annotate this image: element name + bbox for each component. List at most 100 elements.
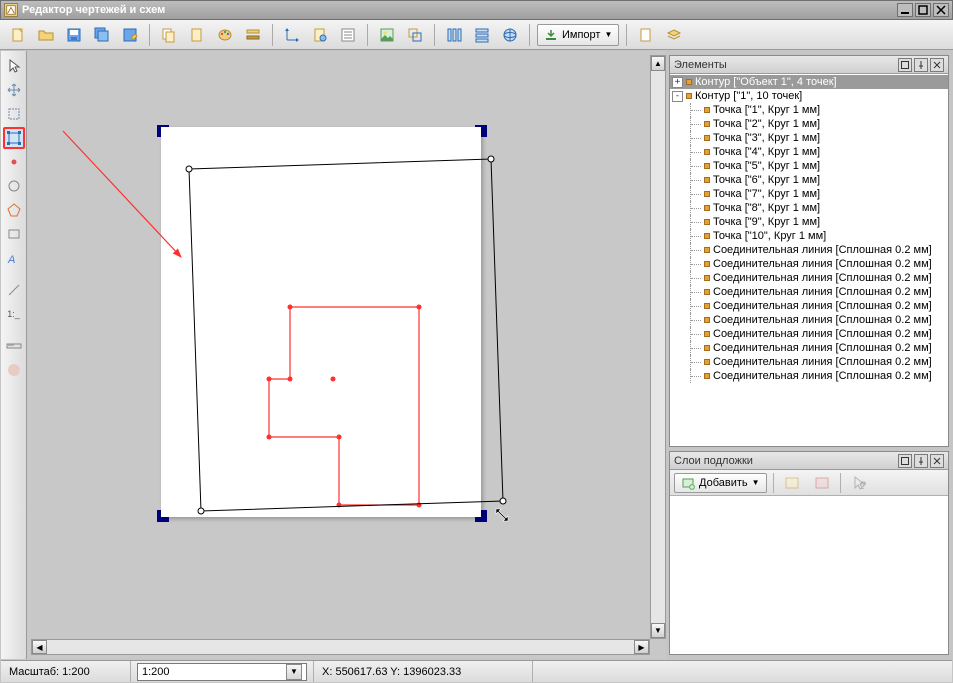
tree-row[interactable]: Соединительная линия [Сплошная 0.2 мм] (670, 243, 948, 257)
panel-window-button[interactable] (898, 454, 912, 468)
tree-item-label: Соединительная линия [Сплошная 0.2 мм] (713, 370, 932, 382)
tree-row[interactable]: Соединительная линия [Сплошная 0.2 мм] (670, 355, 948, 369)
tree-row[interactable]: Соединительная линия [Сплошная 0.2 мм] (670, 341, 948, 355)
horizontal-scrollbar[interactable]: ◀ ▶ (31, 639, 650, 655)
palette-button[interactable] (213, 23, 237, 47)
import-dropdown[interactable]: Импорт ▼ (537, 24, 619, 46)
group-button[interactable] (403, 23, 427, 47)
toolbar-separator (272, 24, 273, 46)
toolbar-separator (626, 24, 627, 46)
scroll-down-button[interactable]: ▼ (651, 623, 665, 638)
add-layer-dropdown[interactable]: Добавить ▼ (674, 473, 767, 493)
tree-item-icon (704, 121, 710, 127)
point-tool[interactable] (3, 151, 25, 173)
tree-item-label: Соединительная линия [Сплошная 0.2 мм] (713, 314, 932, 326)
tree-item-icon (704, 163, 710, 169)
scroll-left-button[interactable]: ◀ (32, 640, 47, 654)
crop-tool[interactable] (3, 103, 25, 125)
tree-row[interactable]: +Контур ["Объект 1", 4 точек] (670, 75, 948, 89)
minimize-button[interactable] (897, 3, 913, 17)
axes-button[interactable] (280, 23, 304, 47)
tree-row[interactable]: Точка ["3", Круг 1 мм] (670, 131, 948, 145)
scroll-right-button[interactable]: ▶ (634, 640, 649, 654)
titlebar: Редактор чертежей и схем (0, 0, 953, 20)
tree-toggle[interactable]: + (672, 77, 683, 88)
save-as-button[interactable] (118, 23, 142, 47)
list-button[interactable] (336, 23, 360, 47)
new-file-button[interactable] (6, 23, 30, 47)
line-tool[interactable] (3, 279, 25, 301)
resize-cursor-icon (494, 507, 510, 523)
text-tool[interactable]: A (3, 247, 25, 269)
panel-pin-button[interactable] (914, 454, 928, 468)
maximize-button[interactable] (915, 3, 931, 17)
tree-item-label: Точка ["1", Круг 1 мм] (713, 104, 820, 116)
save-button[interactable] (62, 23, 86, 47)
globe-button[interactable] (498, 23, 522, 47)
save-all-button[interactable] (90, 23, 114, 47)
drawing-page (161, 127, 481, 517)
tree-row[interactable]: Точка ["2", Круг 1 мм] (670, 117, 948, 131)
open-file-button[interactable] (34, 23, 58, 47)
tree-row[interactable]: Соединительная линия [Сплошная 0.2 мм] (670, 285, 948, 299)
scale-tool[interactable]: 1:_ (3, 303, 25, 325)
pointer-tool[interactable] (3, 55, 25, 77)
doc-button-2[interactable] (634, 23, 658, 47)
disabled-tool[interactable] (3, 359, 25, 381)
paste-button[interactable] (185, 23, 209, 47)
tree-row[interactable]: Соединительная линия [Сплошная 0.2 мм] (670, 271, 948, 285)
tree-row[interactable]: Точка ["4", Круг 1 мм] (670, 145, 948, 159)
tree-row[interactable]: Точка ["7", Круг 1 мм] (670, 187, 948, 201)
panel-window-button[interactable] (898, 58, 912, 72)
tree-row[interactable]: Точка ["10", Круг 1 мм] (670, 229, 948, 243)
tree-item-label: Соединительная линия [Сплошная 0.2 мм] (713, 244, 932, 256)
layers-list[interactable] (670, 496, 948, 654)
panel-close-button[interactable] (930, 58, 944, 72)
tree-row[interactable]: Соединительная линия [Сплошная 0.2 мм] (670, 313, 948, 327)
tree-row[interactable]: Точка ["1", Круг 1 мм] (670, 103, 948, 117)
panel-close-button[interactable] (930, 454, 944, 468)
left-toolbar: A 1:_ (1, 51, 27, 659)
tree-item-icon (704, 107, 710, 113)
transform-tool[interactable] (3, 127, 25, 149)
circle-tool[interactable] (3, 175, 25, 197)
align-v-button[interactable] (470, 23, 494, 47)
canvas-viewport[interactable] (31, 55, 650, 639)
styles-button[interactable] (241, 23, 265, 47)
rect-tool[interactable] (3, 223, 25, 245)
tree-row[interactable]: Соединительная линия [Сплошная 0.2 мм] (670, 299, 948, 313)
tree-row[interactable]: Точка ["8", Круг 1 мм] (670, 201, 948, 215)
align-h-button[interactable] (442, 23, 466, 47)
tree-row[interactable]: Точка ["6", Круг 1 мм] (670, 173, 948, 187)
vertical-scrollbar[interactable]: ▲ ▼ (650, 55, 666, 639)
scale-combobox[interactable]: 1:200 ▼ (137, 663, 307, 681)
layer-help-button[interactable]: ? (847, 471, 871, 495)
tree-item-label: Точка ["4", Круг 1 мм] (713, 146, 820, 158)
copy-button[interactable] (157, 23, 181, 47)
image-button[interactable] (375, 23, 399, 47)
tree-row[interactable]: Точка ["5", Круг 1 мм] (670, 159, 948, 173)
scroll-up-button[interactable]: ▲ (651, 56, 665, 71)
layer-button-1[interactable] (780, 471, 804, 495)
ruler-tool[interactable] (3, 335, 25, 357)
tree-row[interactable]: Точка ["9", Круг 1 мм] (670, 215, 948, 229)
tree-row[interactable]: Соединительная линия [Сплошная 0.2 мм] (670, 369, 948, 383)
layers-icon-button[interactable] (662, 23, 686, 47)
layer-button-2[interactable] (810, 471, 834, 495)
tree-row[interactable]: Соединительная линия [Сплошная 0.2 мм] (670, 257, 948, 271)
tree-item-icon (704, 233, 710, 239)
tree-row[interactable]: -Контур ["1", 10 точек] (670, 89, 948, 103)
elements-tree[interactable]: +Контур ["Объект 1", 4 точек]-Контур ["1… (670, 74, 948, 446)
main-toolbar: Импорт ▼ (0, 20, 953, 50)
document-button[interactable] (308, 23, 332, 47)
elements-panel-title: Элементы (674, 59, 896, 71)
tree-item-icon (704, 191, 710, 197)
polygon-tool[interactable] (3, 199, 25, 221)
tree-toggle[interactable]: - (672, 91, 683, 102)
chevron-down-icon: ▼ (752, 478, 760, 487)
tree-item-icon (704, 331, 710, 337)
tree-row[interactable]: Соединительная линия [Сплошная 0.2 мм] (670, 327, 948, 341)
move-tool[interactable] (3, 79, 25, 101)
panel-pin-button[interactable] (914, 58, 928, 72)
close-button[interactable] (933, 3, 949, 17)
